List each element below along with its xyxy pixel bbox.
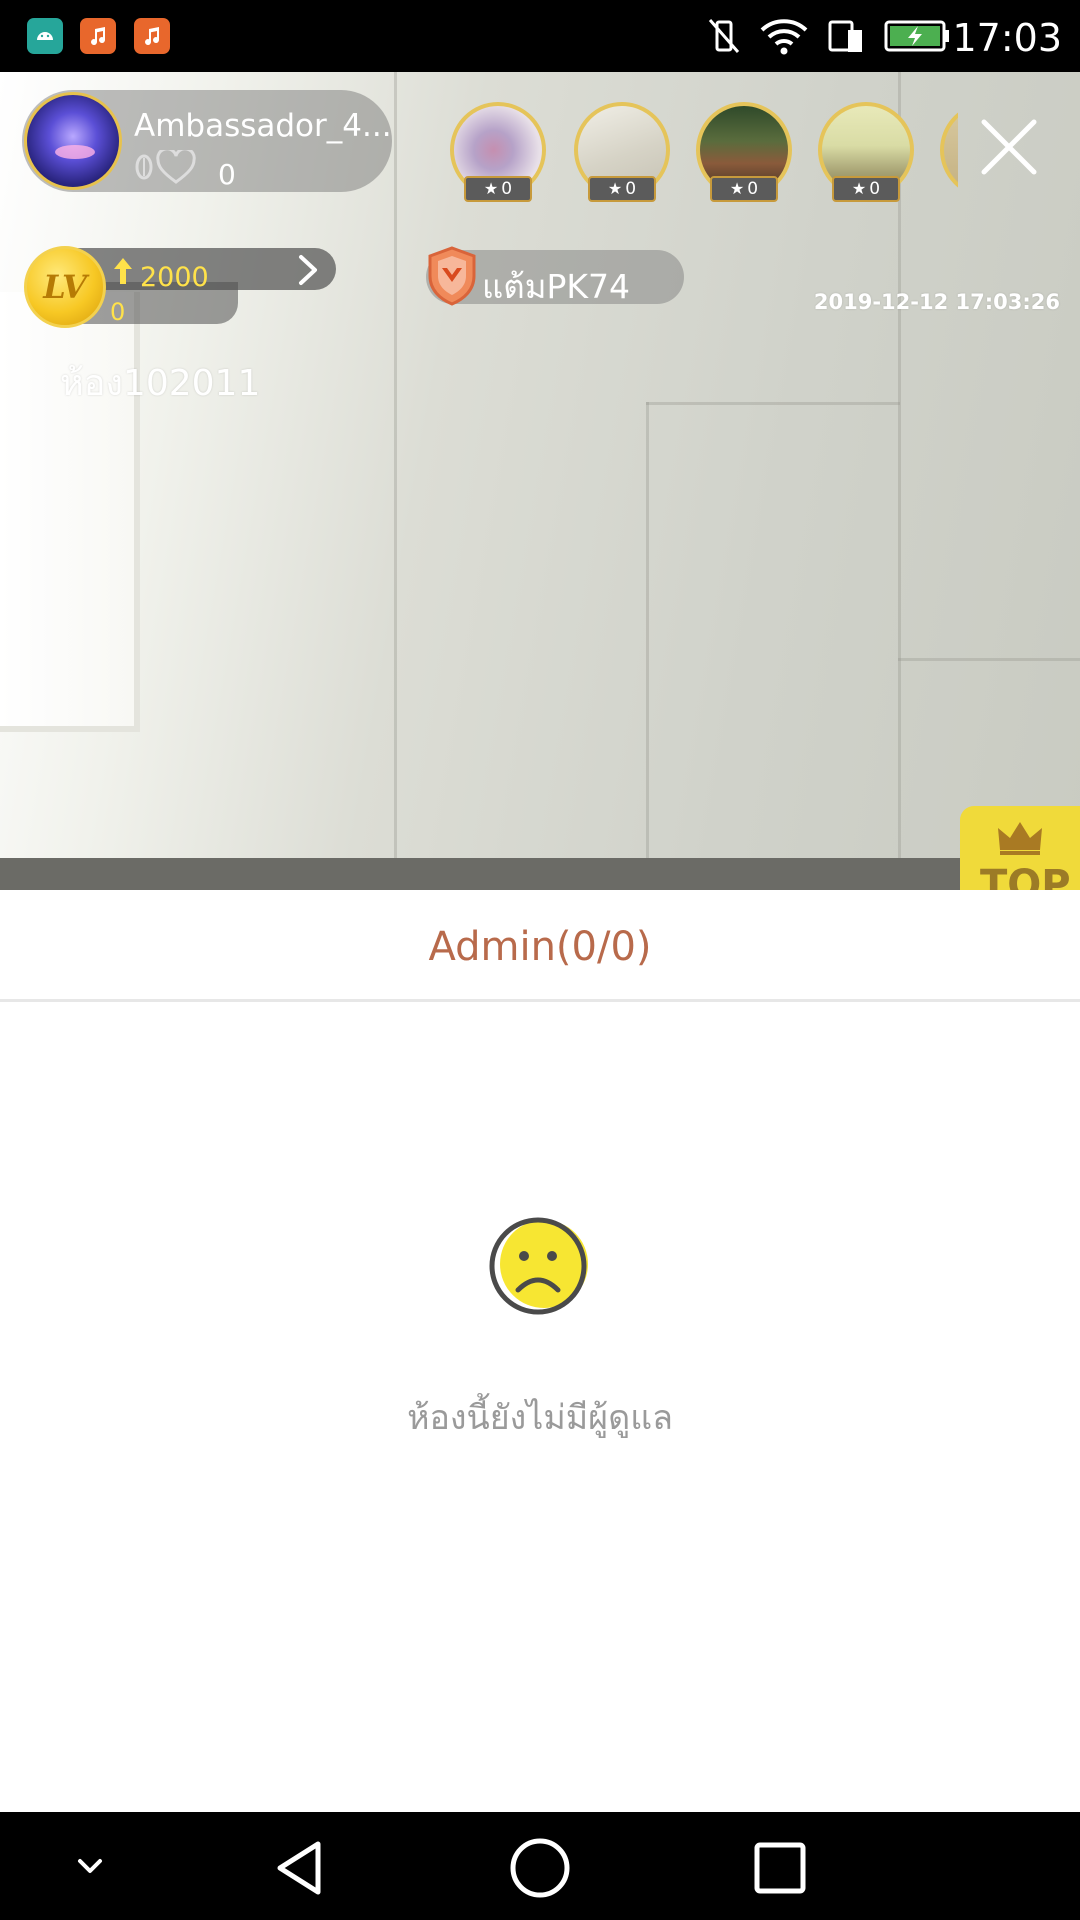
- viewer-star-badge: ★ 0: [464, 176, 532, 202]
- music-app-icon: [134, 18, 170, 54]
- star-icon: ★: [851, 179, 867, 198]
- navigation-bar: [0, 1812, 1080, 1920]
- top-ranking-button[interactable]: TOP: [960, 806, 1080, 890]
- host-name: Ambassador_4...: [134, 108, 392, 144]
- viewer-star-badge: ★ 0: [588, 176, 656, 202]
- viewer-star-count: 0: [869, 179, 881, 199]
- heart-icon: [156, 150, 196, 184]
- stream-timestamp: 2019-12-12 17:03:26: [813, 290, 1060, 314]
- fans-icon: [135, 154, 153, 180]
- admin-title: Admin(0/0): [428, 924, 652, 970]
- chevron-right-icon[interactable]: [296, 254, 320, 286]
- viewer-avatar[interactable]: [940, 102, 958, 198]
- android-app-icon: [27, 18, 63, 54]
- vibrate-off-icon: [708, 19, 740, 53]
- viewer-star-badge: ★ 0: [832, 176, 900, 202]
- host-info-pill[interactable]: Ambassador_4... 0: [22, 90, 392, 192]
- pk-points-label: แต้มPK74: [482, 267, 630, 306]
- room-id: ห้อง102011: [60, 363, 261, 404]
- home-icon[interactable]: [508, 1836, 572, 1900]
- wifi-icon: [760, 19, 808, 55]
- level-sub-value: 0: [110, 298, 126, 326]
- data-transfer-icon: [828, 20, 862, 52]
- status-clock: 17:03: [952, 16, 1062, 60]
- top-button-label: TOP: [980, 862, 1071, 890]
- collapse-icon[interactable]: [74, 1850, 106, 1882]
- host-avatar[interactable]: [24, 92, 122, 190]
- battery-charging-icon: [884, 20, 949, 52]
- wall-seam: [646, 402, 900, 405]
- wall-seam: [898, 658, 1080, 661]
- viewer-star-badge: ★ 0: [710, 176, 778, 202]
- crown-icon: [998, 822, 1042, 855]
- star-icon: ★: [729, 179, 745, 198]
- back-icon[interactable]: [270, 1838, 330, 1898]
- arrow-up-icon: [114, 258, 132, 284]
- viewer-photo: [940, 102, 958, 198]
- recents-icon[interactable]: [752, 1840, 808, 1896]
- wall-seam: [646, 402, 649, 890]
- wall-seam: [394, 72, 397, 890]
- star-icon: ★: [483, 179, 499, 198]
- live-video-area[interactable]: Ambassador_4... 0 ★ 0 ★ 0 ★ 0 ★ 0 LV 200…: [0, 72, 1080, 890]
- viewer-star-count: 0: [747, 179, 759, 199]
- close-button[interactable]: [976, 114, 1042, 180]
- host-heart-count: 0: [218, 158, 236, 191]
- level-coin-icon: LV: [24, 246, 106, 328]
- empty-admin-message: ห้องนี้ยังไม่มีผู้ดูแล: [407, 1398, 673, 1438]
- pk-shield-icon: [428, 246, 476, 306]
- status-bar: 17:03: [0, 0, 1080, 72]
- music-app-icon: [80, 18, 116, 54]
- viewer-star-count: 0: [501, 179, 513, 199]
- viewer-avatar[interactable]: ★ 0: [696, 102, 792, 202]
- viewer-avatar[interactable]: ★ 0: [450, 102, 546, 202]
- star-icon: ★: [607, 179, 623, 198]
- admin-header: Admin(0/0): [0, 890, 1080, 1002]
- video-bottom-strip: [0, 858, 1080, 890]
- level-value: 2000: [140, 262, 209, 293]
- viewer-star-count: 0: [625, 179, 637, 199]
- viewer-avatar[interactable]: ★ 0: [574, 102, 670, 202]
- sad-face-icon: [489, 1217, 588, 1315]
- admin-panel: Admin(0/0) ห้องนี้ยังไม่มีผู้ดูแล: [0, 890, 1080, 1812]
- viewer-avatar[interactable]: ★ 0: [818, 102, 914, 202]
